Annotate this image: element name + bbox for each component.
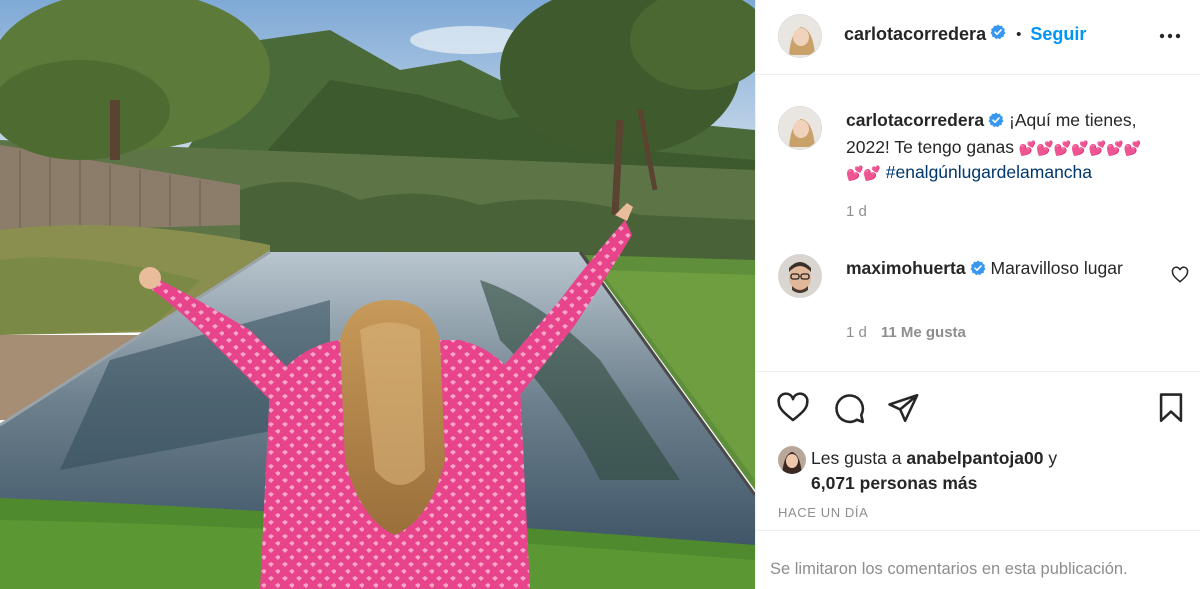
comment-like-heart-icon[interactable] — [1171, 266, 1189, 284]
like-heart-icon[interactable] — [776, 391, 810, 425]
likes-line1: Les gusta a anabelpantoja00 y — [811, 445, 1057, 471]
header-name-row: carlotacorredera • Seguir — [844, 24, 1086, 45]
caption-avatar[interactable] — [778, 106, 822, 150]
caption-hashtag[interactable]: #enalgúnlugardelamancha — [886, 162, 1092, 182]
action-bar — [756, 372, 1200, 442]
comments-section: carlotacorredera ¡Aquí me tienes, 2022! … — [756, 76, 1200, 372]
comments-limited-text: Se limitaron los comentarios en esta pub… — [770, 560, 1128, 578]
photo-image — [0, 0, 755, 589]
author-avatar[interactable] — [778, 14, 822, 58]
post-photo[interactable] — [0, 0, 755, 589]
caption-line1: ¡Aquí me tienes, — [1009, 110, 1137, 130]
more-options-icon[interactable] — [1157, 26, 1183, 46]
caption-age: 1 d — [846, 203, 867, 220]
caption-username[interactable]: carlotacorredera — [846, 110, 984, 130]
caption-line2: 2022! Te tengo ganas — [846, 136, 1015, 157]
follow-button[interactable]: Seguir — [1030, 24, 1086, 45]
caption-text: carlotacorredera ¡Aquí me tienes, 2022! … — [846, 108, 1186, 186]
post-timestamp[interactable]: HACE UN DÍA — [778, 505, 868, 520]
commenter-avatar[interactable] — [778, 254, 822, 298]
separator-dot: • — [1016, 26, 1022, 43]
caption-hearts-2: 💕💕 — [846, 165, 881, 181]
liker-username[interactable]: anabelpantoja00 — [906, 448, 1043, 468]
likes-conjunction: y — [1048, 448, 1058, 468]
share-send-icon[interactable] — [886, 391, 920, 425]
post-header: carlotacorredera • Seguir — [756, 0, 1200, 75]
post-details-panel: carlotacorredera • Seguir carlotacorrede… — [755, 0, 1200, 589]
liker-avatar[interactable] — [778, 446, 806, 474]
comment-age: 1 d — [846, 324, 867, 341]
likes-prefix: Les gusta a — [811, 448, 902, 468]
author-username[interactable]: carlotacorredera — [844, 24, 986, 45]
comment-bubble-icon[interactable] — [832, 391, 866, 425]
comment-text: maximohuerta Maravilloso lugar — [846, 256, 1156, 283]
save-bookmark-icon[interactable] — [1154, 391, 1188, 425]
comment-likes[interactable]: 11 Me gusta — [881, 324, 966, 341]
verified-badge-icon — [988, 110, 1004, 135]
verified-badge-icon — [990, 24, 1006, 45]
comments-limited-footer: Se limitaron los comentarios en esta pub… — [756, 530, 1200, 589]
likes-others[interactable]: 6,071 personas más — [811, 470, 977, 496]
comment-body: Maravilloso lugar — [990, 258, 1123, 278]
comment-meta: 1 d 11 Me gusta — [846, 324, 966, 341]
caption-hearts: 💕💕💕💕💕💕💕 — [1018, 139, 1141, 156]
verified-badge-icon — [970, 258, 986, 283]
commenter-username[interactable]: maximohuerta — [846, 258, 966, 278]
